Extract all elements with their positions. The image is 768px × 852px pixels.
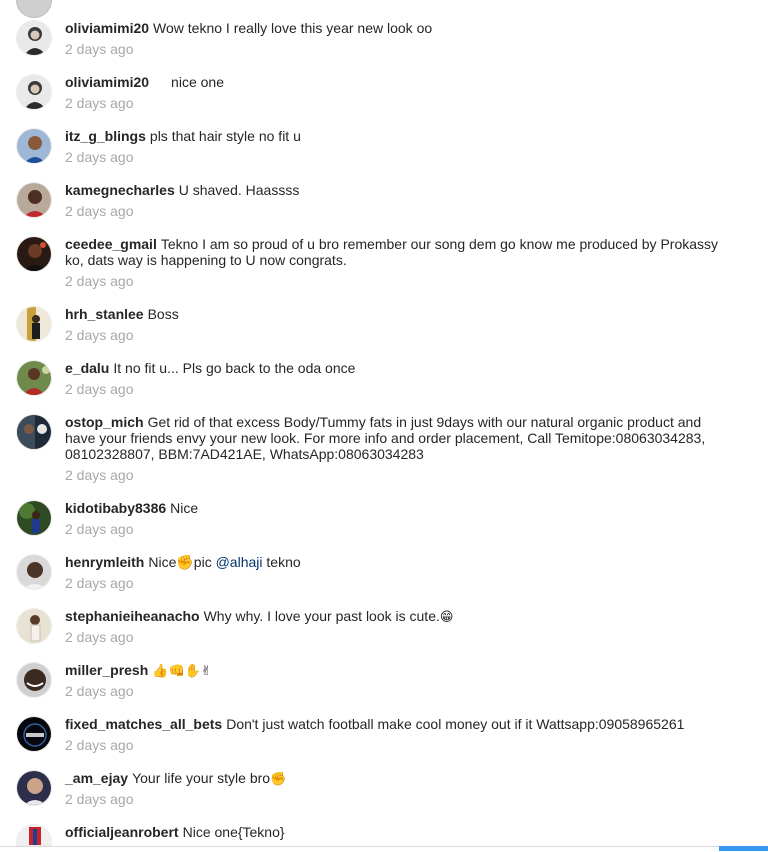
avatar[interactable] <box>16 182 52 218</box>
comment-timestamp[interactable]: 2 days ago <box>65 203 134 219</box>
comment-text: Nice✊pic <box>148 554 212 570</box>
comment-text: Nice <box>170 500 199 516</box>
avatar[interactable] <box>16 554 52 590</box>
comment-timestamp[interactable]: 2 days ago <box>65 791 134 807</box>
comment-username[interactable]: itz_g_blings <box>65 128 146 144</box>
comment-text: Your life your style bro <box>132 770 271 786</box>
comment-body: fixed_matches_all_bets Don't just watch f… <box>65 716 735 732</box>
comment-body: itz_g_blings pls that hair style no fit u <box>65 128 735 144</box>
comment-timestamp[interactable]: 2 days ago <box>65 521 134 537</box>
hand-emojis-icon: 👍👊✋✌ <box>152 664 212 679</box>
comment-body: _am_ejay Your life your style bro✊ <box>65 770 735 788</box>
comment-text: Why why. I love your past look is cute. <box>203 608 440 624</box>
comment-username[interactable]: ceedee_gmail <box>65 236 157 252</box>
comment-username[interactable]: fixed_matches_all_bets <box>65 716 222 732</box>
comment-timestamp[interactable]: 2 days ago <box>65 327 134 343</box>
comment-timestamp[interactable]: 2 days ago <box>65 41 134 57</box>
comment-timestamp[interactable]: 2 days ago <box>65 149 134 165</box>
comment-text: Get rid of that excess Body/Tummy fats i… <box>65 414 706 462</box>
comment-username[interactable]: stephanieiheanacho <box>65 608 200 624</box>
avatar[interactable] <box>16 824 52 846</box>
comment-username[interactable]: ostop_mich <box>65 414 144 430</box>
comment-text: pls that hair style no fit u <box>149 128 301 144</box>
comment-text: Tekno I am so proud of u bro remember ou… <box>65 236 719 268</box>
comment-username[interactable]: officialjeanrobert <box>65 824 179 840</box>
comment-username[interactable]: oliviamimi20 <box>65 20 149 36</box>
avatar[interactable] <box>16 414 52 450</box>
scroll-indicator <box>719 846 768 851</box>
comment-body: kamegnecharles U shaved. Haassss <box>65 182 735 198</box>
avatar[interactable] <box>16 306 52 342</box>
comment-body: hrh_stanlee Boss <box>65 306 735 322</box>
comment-timestamp[interactable]: 2 days ago <box>65 95 134 111</box>
avatar[interactable] <box>16 74 52 110</box>
comment-text: U shaved. Haassss <box>178 182 300 198</box>
avatar[interactable] <box>16 128 52 164</box>
avatar[interactable] <box>16 360 52 396</box>
comment-username[interactable]: _am_ejay <box>65 770 128 786</box>
avatar[interactable] <box>16 236 52 272</box>
grin-emoji-icon: 😁 <box>439 610 454 625</box>
comment-username[interactable]: henrymleith <box>65 554 144 570</box>
comment-username[interactable]: e_dalu <box>65 360 109 376</box>
comment-timestamp[interactable]: 2 days ago <box>65 381 134 397</box>
comment-body: ceedee_gmail Tekno I am so proud of u bro… <box>65 236 735 268</box>
avatar[interactable] <box>16 0 52 18</box>
comment-text: Nice one{Tekno} <box>182 824 285 840</box>
comment-body: stephanieiheanacho Why why. I love your p… <box>65 608 735 626</box>
comment-text: nice one <box>171 74 224 90</box>
comment-username[interactable]: kamegnecharles <box>65 182 175 198</box>
comment-text: Boss <box>147 306 179 322</box>
comment-timestamp[interactable]: 2 days ago <box>65 629 134 645</box>
comment-text: Don't just watch football make cool mone… <box>226 716 685 732</box>
comment-body: kidotibaby8386 Nice <box>65 500 735 516</box>
avatar[interactable] <box>16 770 52 806</box>
avatar[interactable] <box>16 716 52 752</box>
comment-username[interactable]: hrh_stanlee <box>65 306 144 322</box>
partial-comment-top <box>16 0 52 18</box>
comment-body: e_dalu It no fit u... Pls go back to the … <box>65 360 735 376</box>
comment-text: It no fit u... Pls go back to the oda on… <box>113 360 356 376</box>
bottom-bar <box>0 846 768 852</box>
avatar[interactable] <box>16 500 52 536</box>
mention-link[interactable]: @alhaji <box>216 554 263 570</box>
comment-username[interactable]: oliviamimi20 <box>65 74 149 90</box>
comment-timestamp[interactable]: 2 days ago <box>65 273 134 289</box>
comment-timestamp[interactable]: 2 days ago <box>65 737 134 753</box>
comment-text: Wow tekno I really love this year new lo… <box>153 20 433 36</box>
comment-body: oliviamimi20 nice one <box>65 74 735 90</box>
comment-body: henrymleith Nice✊pic @alhaji tekno <box>65 554 735 570</box>
comment-text: tekno <box>266 554 301 570</box>
avatar[interactable] <box>16 608 52 644</box>
comment-username[interactable]: miller_presh <box>65 662 148 678</box>
comment-timestamp[interactable]: 2 days ago <box>65 575 134 591</box>
avatar[interactable] <box>16 20 52 56</box>
comment-timestamp[interactable]: 2 days ago <box>65 467 134 483</box>
avatar[interactable] <box>16 662 52 698</box>
comment-username[interactable]: kidotibaby8386 <box>65 500 166 516</box>
comment-timestamp[interactable]: 2 days ago <box>65 683 134 699</box>
comment-body: miller_presh 👍👊✋✌ <box>65 662 735 680</box>
comment-body: oliviamimi20 Wow tekno I really love this… <box>65 20 735 36</box>
comment-body: ostop_mich Get rid of that excess Body/Tu… <box>65 414 735 462</box>
raised-fist-emoji-icon: ✊ <box>270 772 287 787</box>
comment-body: officialjeanrobert Nice one{Tekno} <box>65 824 735 840</box>
